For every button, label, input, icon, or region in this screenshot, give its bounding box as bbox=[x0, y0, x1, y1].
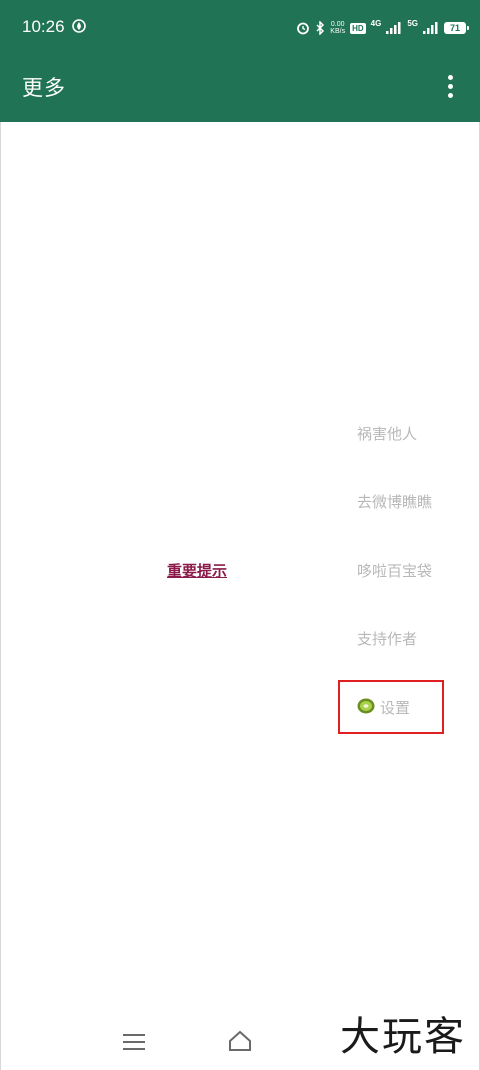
signal-icon bbox=[423, 22, 438, 34]
alarm-icon bbox=[297, 22, 310, 35]
status-time: 10:26 bbox=[22, 17, 65, 36]
menu-item-doraemon-bag[interactable]: 哆啦百宝袋 bbox=[357, 560, 432, 581]
menu-item-weibo[interactable]: 去微博瞧瞧 bbox=[357, 491, 432, 512]
navigation-bar: 大玩客 bbox=[0, 1010, 480, 1070]
hd-badge: HD bbox=[350, 22, 366, 34]
kiwi-icon bbox=[357, 698, 375, 714]
menu-item-harm-others[interactable]: 祸害他人 bbox=[357, 423, 417, 444]
network-speed: 0.00 KB/s bbox=[330, 21, 346, 35]
watermark: 大玩客 bbox=[340, 1014, 466, 1060]
status-icons: 0.00 KB/s HD 4G 5G 71 bbox=[296, 18, 469, 38]
menu-item-support-author[interactable]: 支持作者 bbox=[357, 628, 417, 649]
status-bar: 10:26 0.00 KB/s HD 4G 5G 71 bbox=[0, 0, 480, 54]
app-bar: 更多 bbox=[0, 54, 480, 122]
notice-link[interactable]: 重要提示 bbox=[167, 560, 227, 581]
flame-icon bbox=[72, 19, 86, 33]
network-4g-label: 4G bbox=[370, 18, 382, 28]
menu-item-settings[interactable]: 设置 bbox=[380, 697, 410, 718]
signal-icon bbox=[386, 22, 401, 34]
more-vert-icon[interactable] bbox=[440, 73, 460, 103]
network-5g-label: 5G bbox=[407, 18, 418, 28]
recent-apps-icon[interactable] bbox=[123, 1034, 145, 1055]
page-title: 更多 bbox=[22, 76, 66, 100]
content-border-left bbox=[0, 122, 1, 1070]
battery-icon: 71 bbox=[444, 22, 469, 34]
bluetooth-icon bbox=[316, 21, 325, 35]
home-icon[interactable] bbox=[227, 1030, 253, 1052]
